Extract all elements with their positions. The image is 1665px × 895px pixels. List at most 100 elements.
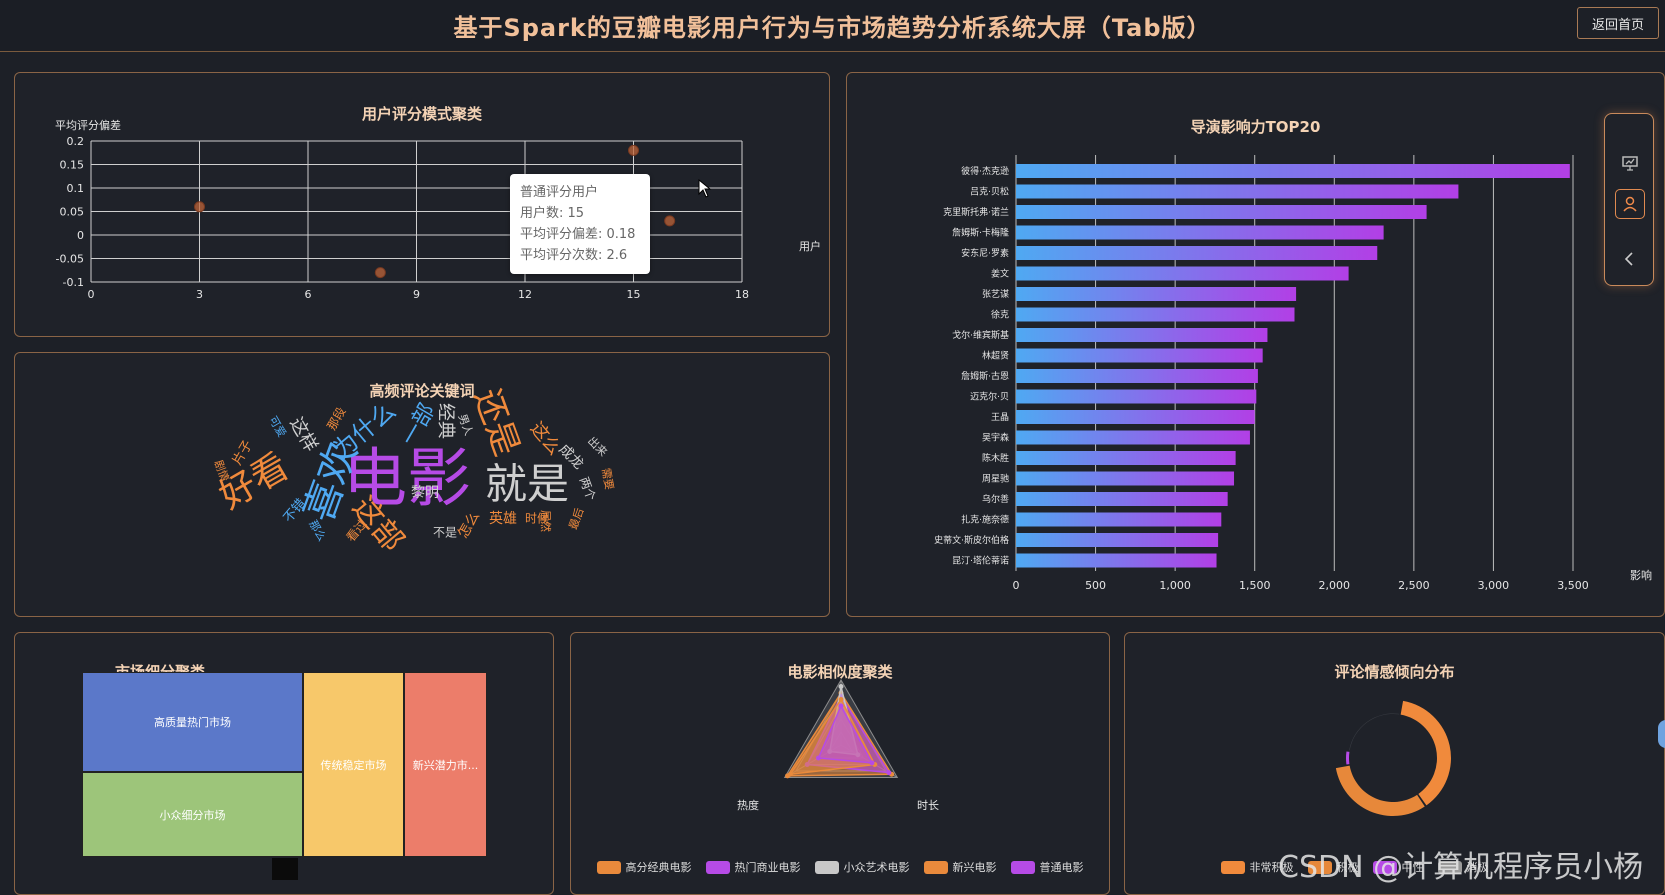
director-name: 彼得·杰克逊 <box>961 165 1009 177</box>
radar-point[interactable] <box>838 703 844 709</box>
director-bar[interactable] <box>1016 553 1217 568</box>
tooltip-name: 普通评分用户 <box>520 185 599 200</box>
scatter-ytick: 0.05 <box>60 206 85 219</box>
director-name: 史蒂文·斯皮尔伯格 <box>934 534 1009 546</box>
treemap-block-high-quality[interactable]: 高质量热门市场 <box>82 672 303 772</box>
donut-slice[interactable] <box>1335 765 1425 816</box>
legend-swatch <box>1220 860 1245 874</box>
wordcloud-word[interactable]: 英雄 <box>489 510 517 527</box>
wordcloud-word[interactable]: 剧情 <box>212 458 232 483</box>
director-bar[interactable] <box>1016 410 1255 424</box>
collapse-button[interactable] <box>1615 244 1645 274</box>
scatter-chart[interactable]: 平均评分偏差 0.2 0.15 0.1 0.05 0 -0.05 -0.1 0 3 6 9 12 15… <box>15 73 831 338</box>
director-bar[interactable] <box>1016 451 1236 465</box>
scatter-ytick: 0.1 <box>67 182 85 195</box>
treemap-panel: 市场细分聚类 高质量热门市场 小众细分市场 传统稳定市场 新兴潜力市... <box>14 632 554 895</box>
radar-chart[interactable]: 热度 时长 <box>571 633 1111 895</box>
legend-item-commercial[interactable]: 热门商业电影 <box>705 859 801 875</box>
wordcloud-word[interactable]: 这样 <box>285 414 321 456</box>
director-bar[interactable] <box>1016 246 1378 260</box>
wordcloud-chart[interactable]: 电影 就是喜欢好看还是这部为什么一部这样 经典 这么成龙英雄 时候不是两个出来片子那段剧… <box>15 353 831 618</box>
legend-label: 高分经典电影 <box>625 861 692 874</box>
scatter-xtick: 6 <box>305 288 312 301</box>
bar-xtick: 0 <box>1013 579 1020 592</box>
wordcloud-word[interactable]: 经典 <box>435 403 456 439</box>
presentation-icon <box>1622 156 1638 171</box>
wordcloud-word[interactable]: 好看 <box>213 446 296 518</box>
bar-xtick: 2,500 <box>1398 579 1430 592</box>
legend-swatch <box>705 860 730 874</box>
director-name: 詹姆斯·卡梅隆 <box>952 227 1009 239</box>
wordcloud-word[interactable]: 居然 <box>539 510 553 532</box>
radar-point[interactable] <box>787 771 793 777</box>
scatter-point[interactable] <box>374 267 386 279</box>
donut-slice[interactable] <box>1349 713 1400 751</box>
director-bar[interactable] <box>1016 369 1258 383</box>
director-bar[interactable] <box>1016 287 1297 301</box>
director-bar[interactable] <box>1016 512 1222 527</box>
director-bar[interactable] <box>1016 205 1427 219</box>
scatter-ytick: 0.15 <box>60 159 85 172</box>
radar-point[interactable] <box>838 697 844 702</box>
director-bar[interactable] <box>1016 164 1570 178</box>
director-bar[interactable] <box>1016 348 1263 363</box>
director-bar[interactable] <box>1016 225 1384 240</box>
director-bar[interactable] <box>1016 328 1268 342</box>
donut-slice[interactable] <box>1346 751 1350 765</box>
director-bar-chart[interactable]: 彼得·杰克逊吕克·贝松克里斯托弗·诺兰詹姆斯·卡梅隆安东尼·罗素姜文张艺谋徐克戈… <box>847 73 1665 618</box>
presentation-button[interactable] <box>1615 148 1645 178</box>
wordcloud-word[interactable]: 不是 <box>433 526 457 540</box>
wordcloud-word[interactable]: 出来 <box>585 434 610 459</box>
radar-point[interactable] <box>869 760 875 766</box>
scatter-point[interactable] <box>194 201 205 213</box>
legend-label: 热门商业电影 <box>734 861 801 874</box>
user-button[interactable] <box>1615 189 1645 219</box>
treemap-block-niche[interactable]: 小众细分市场 <box>82 772 303 857</box>
wordcloud-word[interactable]: 还是 <box>466 384 527 462</box>
director-bar[interactable] <box>1016 184 1459 199</box>
wordcloud-word[interactable]: 黎明 <box>411 485 439 501</box>
legend-item-normal[interactable]: 普通电影 <box>1010 859 1084 875</box>
wordcloud-word[interactable]: 就是 <box>485 460 569 509</box>
director-panel: 导演影响力TOP20 彼得·杰克逊 吕克·贝松 克里斯托弗·诺兰 詹姆斯·卡梅隆 安东尼… <box>846 72 1665 617</box>
wordcloud-word[interactable]: 男人 <box>456 412 476 437</box>
wordcloud-word[interactable]: 两个 <box>577 475 598 502</box>
treemap-breadcrumb[interactable] <box>272 858 298 880</box>
bar-xtick: 2,000 <box>1319 579 1351 592</box>
bar-xtick: 1,000 <box>1159 579 1191 592</box>
scatter-ylabel: 平均评分偏差 <box>55 118 121 132</box>
director-bar[interactable] <box>1016 492 1228 506</box>
director-name: 姜文 <box>991 268 1009 280</box>
scatter-xtick: 9 <box>413 288 420 301</box>
legend-item-art[interactable]: 小众艺术电影 <box>814 859 910 875</box>
director-name: 吕克·贝松 <box>970 186 1009 198</box>
donut-slice[interactable] <box>1400 700 1451 806</box>
header-bar: 基于Spark的豆瓣电影用户行为与市场趋势分析系统大屏（Tab版） 返回首页 <box>0 0 1665 52</box>
home-button[interactable]: 返回首页 <box>1577 7 1659 39</box>
wordcloud-word[interactable]: 需要 <box>599 467 616 491</box>
user-icon <box>1623 196 1637 212</box>
radar-point[interactable] <box>838 684 844 689</box>
scatter-point[interactable] <box>628 144 639 156</box>
treemap-block-emerging[interactable]: 新兴潜力市... <box>404 672 487 857</box>
legend-item-classic[interactable]: 高分经典电影 <box>596 859 692 875</box>
director-bar[interactable] <box>1016 307 1295 322</box>
tooltip-line-3: 平均评分次数: 2.6 <box>520 248 628 263</box>
director-bar[interactable] <box>1016 430 1250 445</box>
wordcloud-word[interactable]: 最后 <box>567 506 587 531</box>
radar-point[interactable] <box>886 770 892 776</box>
edge-handle[interactable] <box>1658 720 1665 748</box>
director-name: 戈尔·维宾斯基 <box>952 329 1009 341</box>
scatter-point[interactable] <box>664 215 676 227</box>
director-bar[interactable] <box>1016 266 1349 281</box>
wordcloud-word[interactable]: 可爱 <box>266 414 288 440</box>
director-bar[interactable] <box>1016 471 1235 486</box>
legend-item-emerging[interactable]: 新兴电影 <box>923 859 997 875</box>
legend-label: 新兴电影 <box>952 861 997 874</box>
director-name: 周星驰 <box>982 473 1009 485</box>
director-name: 迈克尔·贝 <box>970 391 1009 403</box>
radar-point[interactable] <box>815 755 821 761</box>
director-bar[interactable] <box>1016 389 1257 404</box>
director-bar[interactable] <box>1016 533 1219 547</box>
treemap-block-traditional[interactable]: 传统稳定市场 <box>303 672 404 857</box>
